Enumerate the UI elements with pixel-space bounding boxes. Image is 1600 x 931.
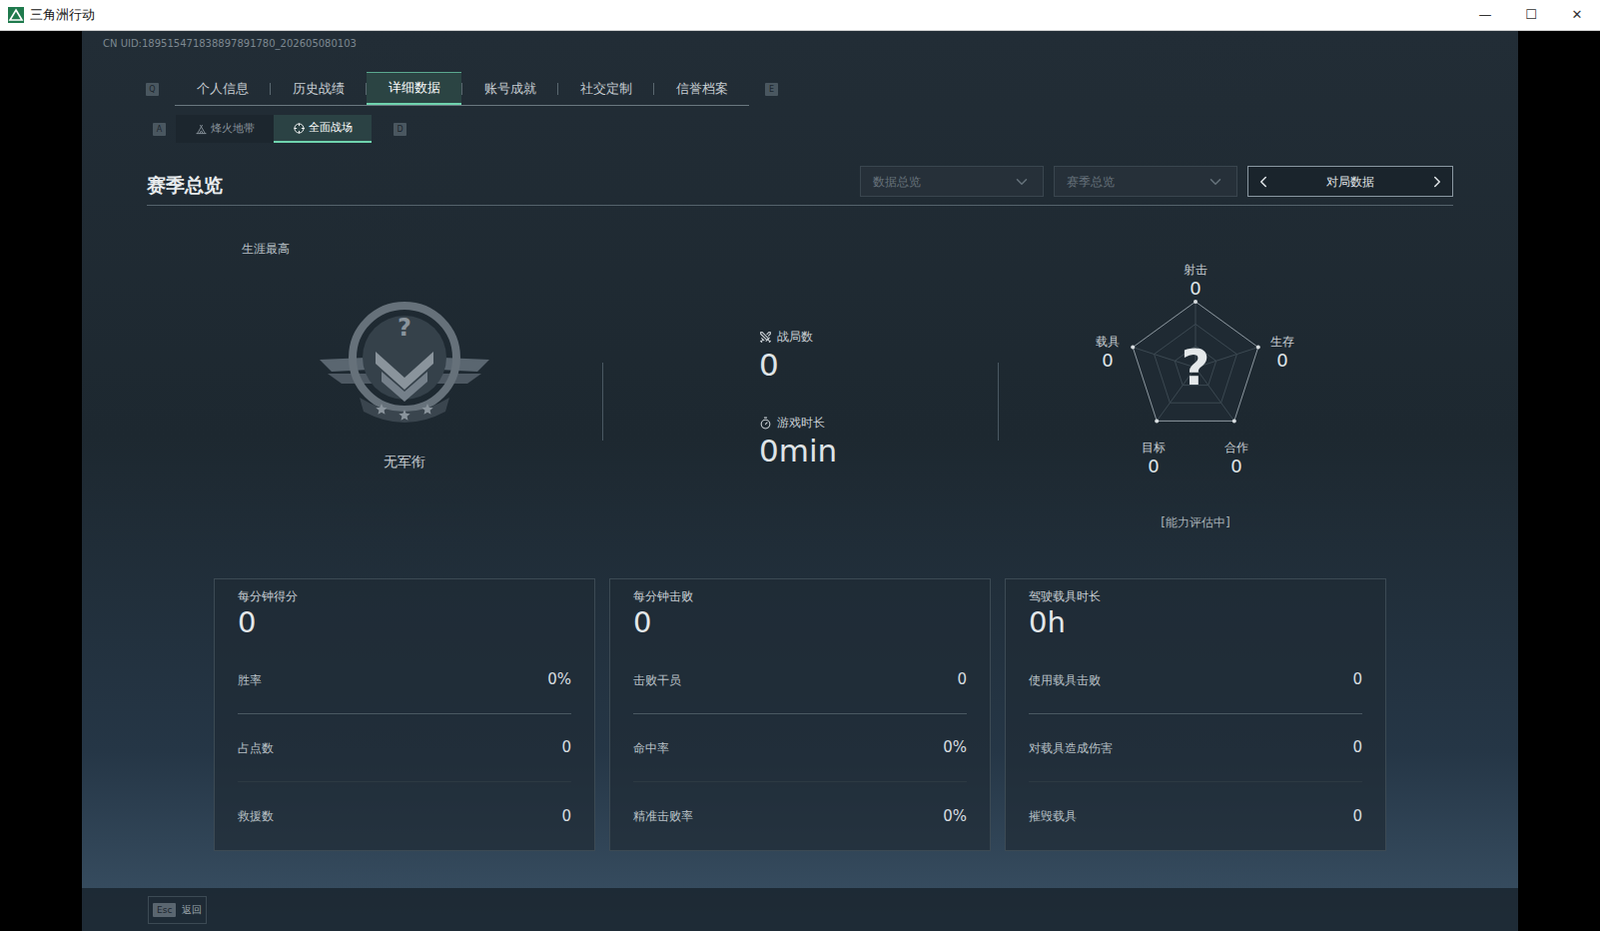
radar-axis-label: 合作0	[1211, 439, 1262, 478]
card-title: 驾驶载具时长	[1028, 587, 1363, 606]
chevron-down-icon	[1206, 172, 1225, 191]
tab-separator	[557, 82, 559, 95]
card-row: 命中率0%	[633, 714, 967, 783]
tab[interactable]: 个人信息	[174, 71, 270, 105]
footer-bar: Esc返回	[81, 887, 1519, 931]
card-row: 救援数0	[237, 782, 572, 850]
sub-tab[interactable]: 烽火地带	[175, 114, 274, 143]
radar-axis-label: 目标0	[1128, 439, 1179, 478]
stat-cards: 每分钟得分0胜率0%占点数0救援数0每分钟击败0击败干员0命中率0%精准击败率0…	[213, 578, 1387, 851]
radar-axis-label: 射击0	[1170, 261, 1221, 300]
key-hint: A	[152, 122, 166, 136]
key-hint: Q	[145, 82, 159, 96]
sub-tab[interactable]: 全面战场	[273, 114, 372, 143]
app-logo-icon	[7, 6, 24, 23]
app-window: 三角洲行动—☐✕CN UID:189515471838897891780_202…	[0, 0, 1600, 931]
game-screen: CN UID:189515471838897891780_20260508010…	[81, 30, 1519, 931]
player-uid: CN UID:189515471838897891780_20260508010…	[81, 30, 1519, 55]
column-divider	[997, 362, 999, 441]
filter-dropdown[interactable]: 数据总览	[859, 165, 1044, 197]
card-row: 击败干员0	[633, 646, 967, 715]
summary-value: 0min	[759, 431, 991, 470]
stat-card: 每分钟得分0 胜率0%占点数0救援数0	[213, 578, 596, 851]
window-control-button[interactable]: ✕	[1554, 0, 1600, 30]
crosshair-icon	[293, 122, 305, 134]
main-tabs: Q 个人信息历史战绩详细数据账号成就社交定制信誉档案 E	[81, 71, 1519, 106]
title-bar: 三角洲行动 —☐✕	[0, 0, 1600, 31]
tab-separator	[653, 82, 655, 95]
key-hint: E	[765, 82, 779, 96]
stat-card: 驾驶载具时长0h 使用载具击败0对载具造成伤害0摧毁载具0	[1004, 578, 1387, 851]
chevron-left-icon[interactable]	[1254, 172, 1273, 191]
tab[interactable]: 历史战绩	[270, 71, 366, 105]
card-title: 每分钟击败	[633, 587, 967, 606]
chevron-right-icon[interactable]	[1428, 172, 1447, 191]
ability-panel: ? 射击0 生存0 合作0 目标0 载具0 [能力评估中]	[1004, 205, 1387, 579]
tab-separator	[461, 82, 463, 95]
rank-caption: 生涯最高	[213, 205, 596, 258]
card-row: 摧毁载具0	[1028, 782, 1363, 850]
tab[interactable]: 详细数据	[366, 71, 462, 105]
tab-separator	[269, 82, 271, 95]
chevron-down-icon	[1012, 172, 1031, 191]
card-row: 胜率0%	[237, 646, 572, 715]
card-value: 0	[237, 605, 572, 640]
card-title: 每分钟得分	[237, 587, 572, 606]
sub-tabs: A 烽火地带全面战场 D	[81, 114, 1519, 143]
window-title: 三角洲行动	[29, 4, 95, 25]
camp-icon	[195, 123, 207, 135]
letterbox-right	[1518, 30, 1600, 931]
summary-panel: 战局数0 游戏时长0min	[609, 205, 991, 579]
section-title: 赛季总览	[146, 170, 223, 200]
timer-icon	[759, 416, 773, 430]
summary-stat: 战局数0	[759, 327, 991, 384]
card-row: 精准击败率0%	[633, 782, 967, 850]
card-value: 0	[633, 605, 967, 640]
filter-dropdown[interactable]: 赛季总览	[1053, 165, 1238, 197]
summary-value: 0	[759, 345, 991, 384]
swords-icon	[759, 330, 773, 344]
window-control-button[interactable]: —	[1462, 0, 1509, 30]
radar-axis-label: 生存0	[1257, 333, 1308, 372]
card-row: 占点数0	[237, 714, 572, 783]
rank-badge: ?	[319, 297, 490, 428]
radar-center-mark: ?	[1170, 337, 1221, 398]
letterbox-left	[0, 30, 82, 931]
stat-card: 每分钟击败0 击败干员0命中率0%精准击败率0%	[609, 578, 991, 851]
tab[interactable]: 账号成就	[462, 71, 558, 105]
key-hint: D	[393, 122, 407, 136]
season-overview: 生涯最高? 无军衔 战局数0 游戏时长0min? 射击0 生存0 合作0 目标0 载具0 [能力评…	[213, 205, 1387, 579]
back-button[interactable]: Esc返回	[147, 895, 207, 924]
rank-panel: 生涯最高? 无军衔	[213, 205, 596, 579]
ability-status: [能力评估中]	[1160, 513, 1230, 532]
card-row: 使用载具击败0	[1028, 646, 1363, 715]
data-switcher[interactable]: 对局数据	[1247, 165, 1454, 197]
tab[interactable]: 信誉档案	[654, 71, 750, 105]
card-row: 对载具造成伤害0	[1028, 714, 1363, 783]
radar-chart: ? 射击0 生存0 合作0 目标0 载具0	[1065, 257, 1326, 488]
summary-stat: 游戏时长0min	[759, 413, 991, 470]
radar-axis-label: 载具0	[1082, 333, 1133, 372]
tab[interactable]: 社交定制	[558, 71, 654, 105]
column-divider	[602, 362, 604, 441]
section-header: 赛季总览数据总览赛季总览对局数据	[146, 165, 1454, 206]
rank-name: 无军衔	[213, 451, 596, 473]
card-value: 0h	[1028, 605, 1363, 640]
window-control-button[interactable]: ☐	[1508, 0, 1555, 30]
window-controls: —☐✕	[1462, 0, 1600, 30]
rank-mark: ?	[319, 315, 490, 340]
